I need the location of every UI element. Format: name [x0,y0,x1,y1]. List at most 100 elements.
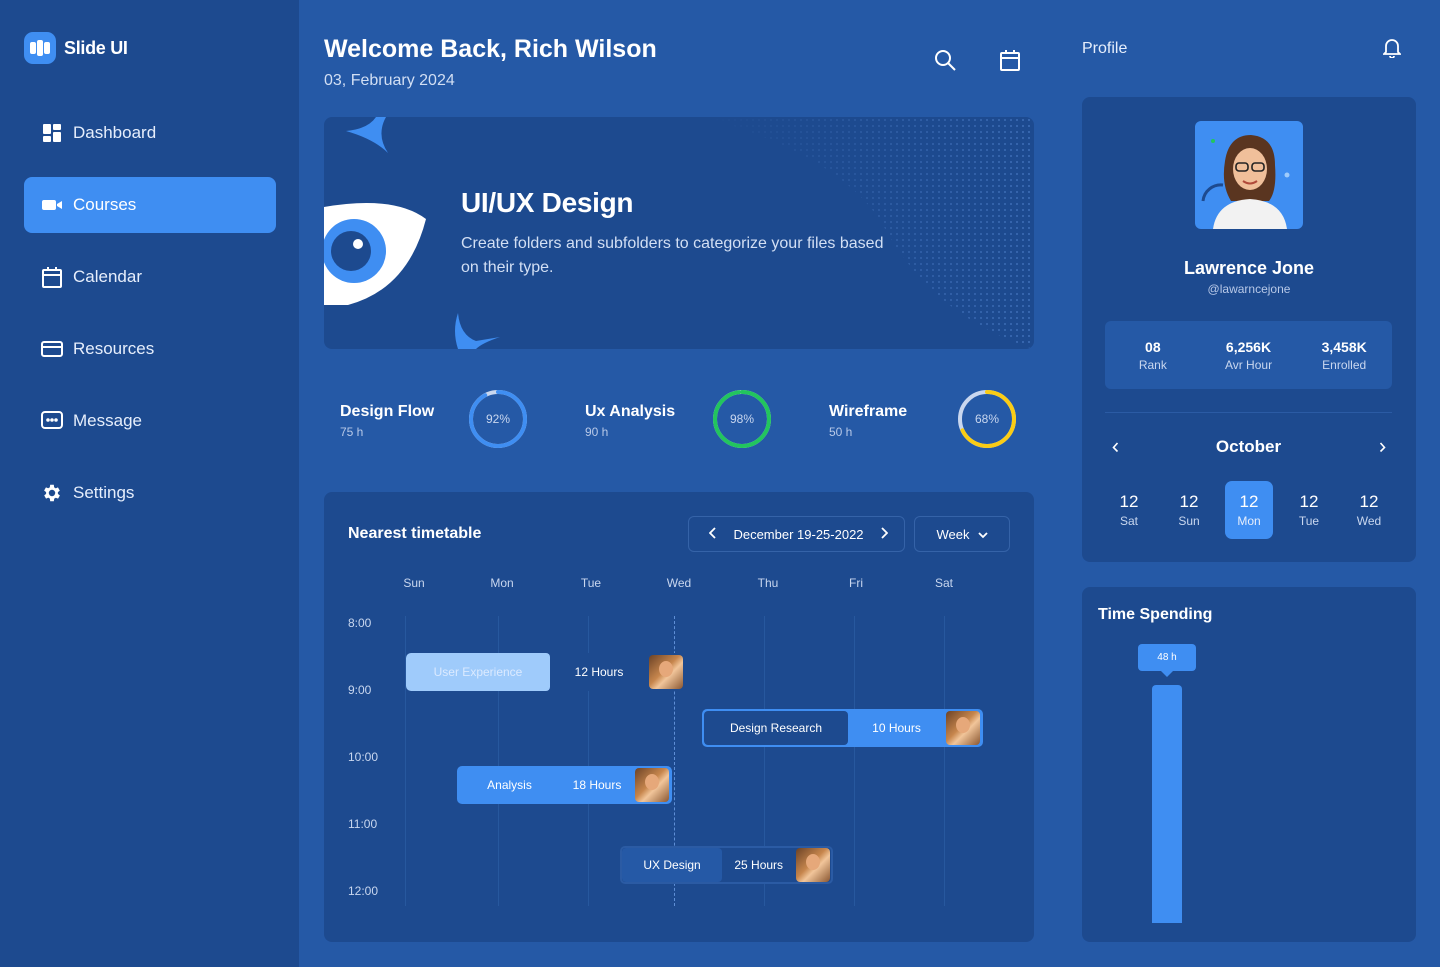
chevron-left-icon[interactable] [1105,437,1125,457]
profile-stats: 08 Rank 6,256K Avr Hour 3,458K Enrolled [1105,321,1392,389]
sidebar-item-label: Calendar [73,267,142,286]
sidebar-item-label: Message [73,411,142,430]
day-name: Mon [1237,514,1261,528]
calendar-icon [1000,49,1020,76]
event-hours: 18 Hours [560,768,634,802]
day-number: 12 [1359,492,1379,511]
stat-value: 3,458K [1321,339,1367,355]
month-navigator: October [1105,437,1392,457]
avatar [648,653,684,691]
sidebar-item-calendar[interactable]: Calendar [24,249,276,305]
date-range-picker[interactable]: December 19-25-2022 [688,516,905,552]
timetable-title: Nearest timetable [348,525,482,542]
profile-label: Profile [1082,40,1128,57]
profile-handle: @lawarncejone [1207,282,1291,296]
brand-logo-icon [24,32,56,64]
chevron-down-icon [977,527,988,542]
day-name: Sun [1178,514,1200,528]
notifications-button[interactable] [1380,38,1404,62]
sidebar-item-courses[interactable]: Courses [24,177,276,233]
message-icon [41,410,63,432]
day-name: Tue [1298,514,1320,528]
day-picker: 12 Sat 12 Sun 12 Mon 12 Tue 12 Wed [1105,481,1402,539]
stat-value: 08 [1145,339,1161,355]
brand-name: Slide UI [64,37,128,58]
sidebar-item-label: Resources [73,339,155,358]
profile-card: Lawrence Jone @lawarncejone 08 Rank 6,25… [1082,97,1416,562]
day-cell[interactable]: 12 Sun [1165,481,1213,539]
day-header: Tue [580,576,602,590]
view-select[interactable]: Week [914,516,1010,552]
event-design-research[interactable]: Design Research 10 Hours [702,709,983,747]
day-header: Wed [666,576,692,590]
time-label: 11:00 [348,817,378,831]
event-name: Analysis [459,768,560,802]
dashboard-icon [41,122,63,144]
card-icon [41,338,63,360]
event-name: Design Research [704,711,848,745]
sidebar-item-label: Settings [73,483,135,502]
event-analysis[interactable]: Analysis 18 Hours [457,766,672,804]
stat-ux-analysis[interactable]: Ux Analysis 90 h 98% [585,389,785,449]
grid-line [944,616,945,906]
day-cell-selected[interactable]: 12 Mon [1225,481,1273,539]
profile-avatar[interactable] [1195,121,1303,229]
course-hero-card[interactable]: UI/UX Design Create folders and subfolde… [324,117,1034,349]
stat-name: Ux Analysis [585,403,676,420]
sidebar-item-message[interactable]: Message [24,393,276,449]
day-name: Wed [1356,514,1382,528]
event-hours: 12 Hours [574,665,624,679]
day-number: 12 [1119,492,1139,511]
calendar-button[interactable] [996,48,1024,76]
event-user-experience[interactable]: User Experience 12 Hours [406,653,686,691]
day-cell[interactable]: 12 Wed [1345,481,1393,539]
tooltip-pointer [1160,670,1174,677]
progress-label: 98% [729,412,755,426]
event-hours: 25 Hours [734,858,784,872]
day-cell[interactable]: 12 Tue [1285,481,1333,539]
view-select-label: Week [936,526,970,542]
current-date: 03, February 2024 [324,72,455,89]
welcome-title: Welcome Back, Rich Wilson [324,35,657,63]
chevron-left-icon[interactable] [708,526,717,542]
sidebar-item-settings[interactable]: Settings [24,465,276,521]
search-button[interactable] [931,48,959,76]
day-header: Sun [403,576,425,590]
progress-ring: 68% [957,389,1017,449]
value-tooltip: 48 h [1138,644,1196,671]
avatar [945,711,981,745]
stat-hours: 50 h [829,425,853,439]
day-number: 12 [1239,492,1259,511]
sidebar-item-resources[interactable]: Resources [24,321,276,377]
stat-design-flow[interactable]: Design Flow 75 h 92% [340,389,540,449]
date-range-label: December 19-25-2022 [733,526,864,542]
sidebar-item-label: Dashboard [73,123,157,142]
hero-description: Create folders and subfolders to categor… [461,235,884,276]
time-label: 12:00 [348,884,379,898]
time-spending-title: Time Spending [1098,606,1213,623]
progress-ring: 98% [712,389,772,449]
stat-name: Design Flow [340,403,435,420]
day-header: Mon [490,576,514,590]
chevron-right-icon[interactable] [880,526,889,542]
day-header: Thu [757,576,779,590]
timetable-card: Nearest timetable December 19-25-2022 We… [324,492,1034,942]
day-cell[interactable]: 12 Sat [1105,481,1153,539]
profile-stat-rank: 08 Rank [1105,321,1201,389]
event-hours: 10 Hours [872,721,921,735]
sidebar-item-dashboard[interactable]: Dashboard [24,105,276,161]
time-label: 10:00 [348,750,379,764]
event-name: User Experience [406,653,550,691]
time-bar[interactable] [1152,685,1182,923]
progress-ring: 92% [468,389,528,449]
chevron-right-icon[interactable] [1372,437,1392,457]
brand[interactable]: Slide UI [24,32,128,64]
stat-label: Enrolled [1322,358,1367,372]
day-header: Fri [849,576,863,590]
event-ux-design[interactable]: UX Design 25 Hours [620,846,833,884]
stat-hours: 90 h [585,425,609,439]
stat-wireframe[interactable]: Wireframe 50 h 68% [829,389,1029,449]
video-icon [41,194,63,216]
day-header: Sat [934,576,953,590]
stat-label: Avr Hour [1224,358,1273,372]
